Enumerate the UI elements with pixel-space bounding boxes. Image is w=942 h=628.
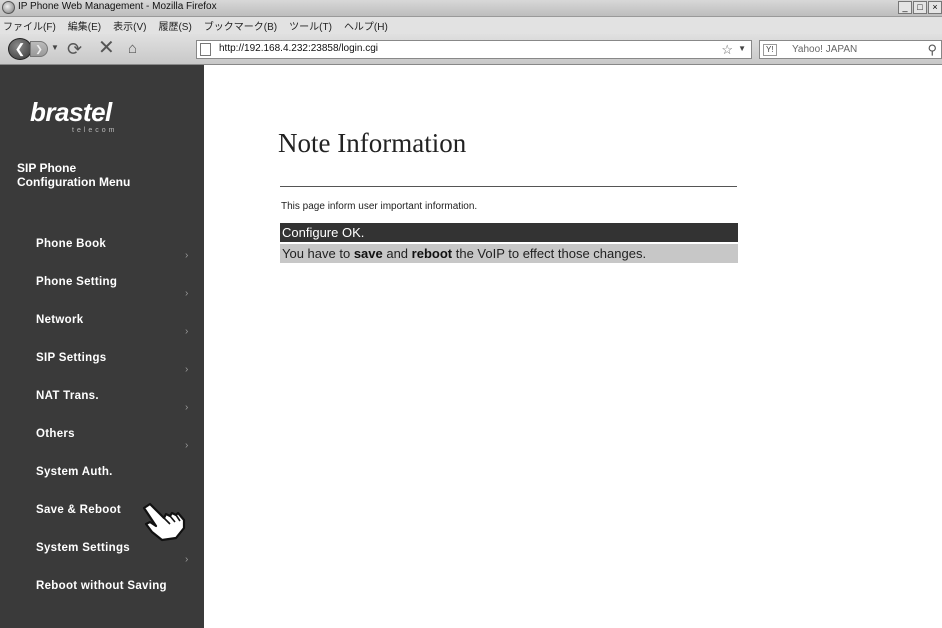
window-title-bar: IP Phone Web Management - Mozilla Firefo… [0, 0, 942, 17]
search-engine-icon[interactable]: Y! [763, 44, 777, 56]
back-arrow-icon: ❮ [14, 41, 26, 56]
message-part-1: You have to [282, 246, 354, 261]
logo-subtitle: telecom [72, 127, 118, 134]
sidebar-title-line1: SIP Phone [17, 161, 77, 175]
chevron-right-icon: › [185, 440, 189, 451]
sidebar-item-phone-book[interactable]: Phone Book › [0, 230, 204, 268]
stop-icon[interactable]: ✕ [98, 38, 115, 58]
brastel-logo: brastel [30, 97, 112, 127]
chevron-right-icon: › [185, 402, 189, 413]
message-part-2: and [382, 246, 412, 261]
chevron-right-icon: › [185, 250, 189, 261]
sidebar-item-nat-trans[interactable]: NAT Trans. › [0, 382, 204, 420]
menu-bar: ファイル(F) 編集(E) 表示(V) 履歴(S) ブックマーク(B) ツール(… [0, 17, 942, 34]
sidebar-item-sip-settings[interactable]: SIP Settings › [0, 344, 204, 382]
menu-view[interactable]: 表示(V) [113, 18, 146, 33]
search-icon[interactable]: ⚲ [927, 41, 937, 58]
sidebar-top-strip [0, 65, 204, 85]
sidebar-item-label: Reboot without Saving [36, 580, 167, 592]
menu-edit[interactable]: 編集(E) [68, 18, 101, 33]
chevron-right-icon: › [185, 326, 189, 337]
forward-button[interactable]: ❯ [30, 41, 48, 57]
page-icon [200, 43, 211, 56]
sidebar-item-phone-setting[interactable]: Phone Setting › [0, 268, 204, 306]
sidebar-item-system-auth[interactable]: System Auth. [0, 458, 204, 496]
sidebar-item-others[interactable]: Others › [0, 420, 204, 458]
sidebar-item-label: System Auth. [36, 466, 113, 478]
reboot-emphasis: reboot [411, 246, 453, 261]
sidebar-item-label: NAT Trans. [36, 390, 99, 402]
sidebar-item-label: Phone Setting [36, 276, 118, 288]
status-message: Configure OK. [280, 223, 738, 242]
menu-history[interactable]: 履歴(S) [158, 18, 191, 33]
sidebar-item-label: Save & Reboot [36, 504, 122, 516]
url-text[interactable]: http://192.168.4.232:23858/login.cgi [219, 43, 378, 54]
history-dropdown-icon[interactable]: ▼ [51, 43, 59, 52]
minimize-button[interactable]: _ [898, 1, 912, 14]
url-dropdown-icon[interactable]: ▼ [738, 44, 746, 53]
close-button[interactable]: × [928, 1, 942, 14]
message-part-3: the VoIP to effect those changes. [452, 246, 647, 261]
sidebar-item-network[interactable]: Network › [0, 306, 204, 344]
sidebar-title: SIP Phone Configuration Menu [17, 161, 197, 189]
forward-arrow-icon: ❯ [35, 44, 43, 54]
navigation-toolbar: ❮ ❯ ▼ ⟳ ✕ ⌂ http://192.168.4.232:23858/l… [0, 34, 942, 65]
search-bar[interactable]: Y! Yahoo! JAPAN ⚲ [759, 40, 942, 59]
title-divider [280, 186, 737, 187]
back-button[interactable]: ❮ [8, 38, 32, 60]
sidebar-item-label: Network [36, 314, 84, 326]
page-title: Note Information [278, 128, 467, 158]
sidebar: brastel telecom SIP Phone Configuration … [0, 85, 204, 628]
search-input[interactable]: Yahoo! JAPAN [792, 44, 857, 55]
chevron-right-icon: › [185, 364, 189, 375]
intro-text: This page inform user important informat… [281, 201, 478, 212]
chevron-right-icon: › [185, 288, 189, 299]
window-controls: _ □ × [898, 1, 942, 14]
sidebar-item-label: SIP Settings [36, 352, 107, 364]
menu-bookmarks[interactable]: ブックマーク(B) [204, 18, 277, 33]
menu-tools[interactable]: ツール(T) [289, 18, 332, 33]
window-title: IP Phone Web Management - Mozilla Firefo… [18, 1, 217, 12]
firefox-icon [2, 1, 15, 14]
content-top-strip [204, 65, 942, 85]
sidebar-item-label: Phone Book [36, 238, 107, 250]
sidebar-item-label: System Settings [36, 542, 130, 554]
menu-file[interactable]: ファイル(F) [3, 18, 56, 33]
chevron-right-icon: › [185, 554, 189, 565]
sidebar-item-reboot-without-saving[interactable]: Reboot without Saving [0, 572, 204, 610]
sidebar-item-label: Others [36, 428, 75, 440]
maximize-button[interactable]: □ [913, 1, 927, 14]
reload-icon[interactable]: ⟳ [67, 39, 82, 59]
sidebar-title-line2: Configuration Menu [17, 175, 131, 189]
reboot-instruction: You have to save and reboot the VoIP to … [280, 244, 738, 263]
menu-help[interactable]: ヘルプ(H) [344, 18, 388, 33]
pointer-hand-icon [142, 502, 186, 542]
save-emphasis: save [353, 246, 383, 261]
home-icon[interactable]: ⌂ [128, 40, 137, 58]
url-bar[interactable]: http://192.168.4.232:23858/login.cgi ☆ ▼ [196, 40, 752, 59]
bookmark-star-icon[interactable]: ☆ [721, 41, 733, 58]
